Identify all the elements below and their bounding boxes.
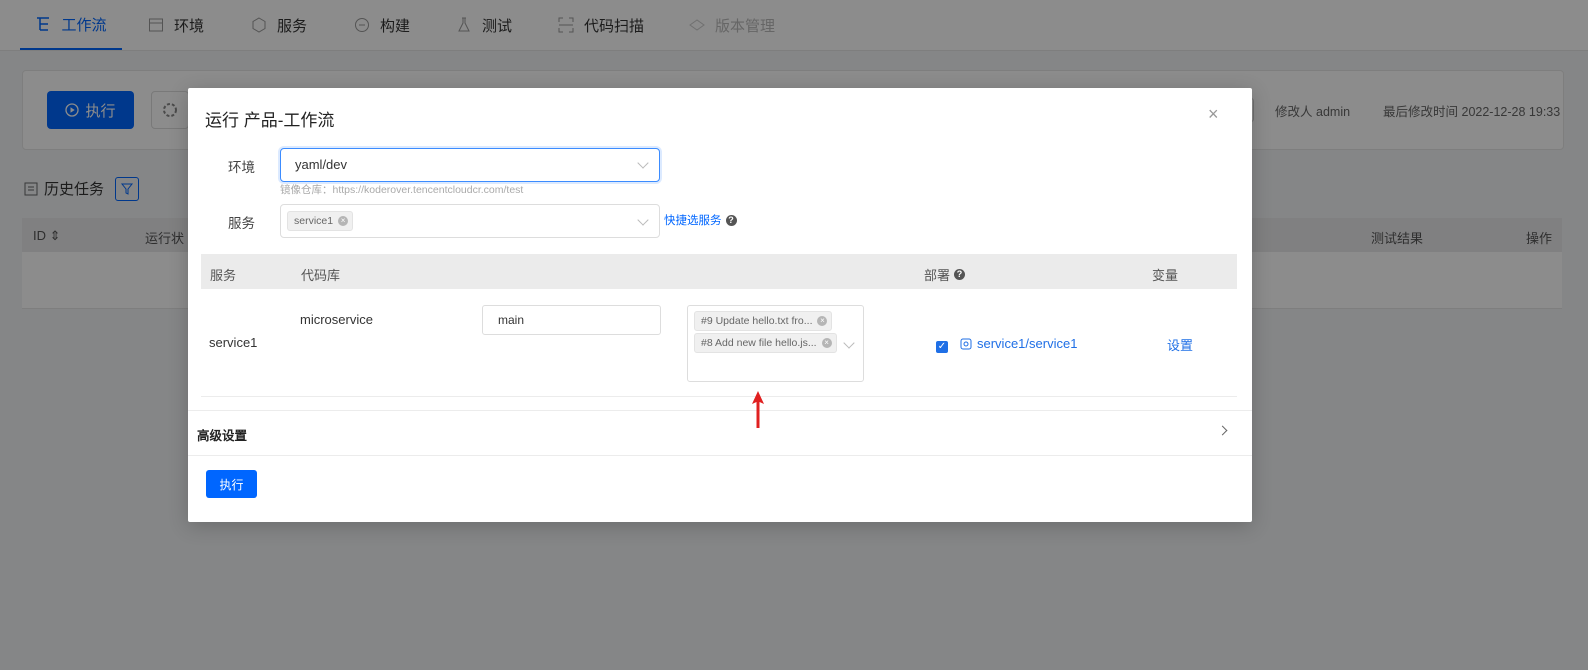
close-icon[interactable]: × bbox=[1208, 104, 1219, 125]
tag-remove-icon[interactable]: × bbox=[817, 316, 828, 326]
service-select[interactable]: service1 × bbox=[280, 204, 660, 238]
deploy-target-link[interactable]: service1/service1 bbox=[960, 336, 1077, 351]
annotation-arrow-icon bbox=[752, 391, 764, 428]
tag-remove-icon[interactable]: × bbox=[338, 216, 349, 226]
pr-tag: #9 Update hello.txt fro... × bbox=[694, 311, 833, 331]
tag-remove-icon[interactable]: × bbox=[821, 338, 832, 348]
pr-tag-label: #9 Update hello.txt fro... bbox=[701, 315, 813, 327]
col-deploy: 部署 ? bbox=[924, 265, 966, 284]
deploy-checkbox[interactable]: ✓ bbox=[936, 341, 948, 353]
row-divider bbox=[201, 396, 1237, 397]
help-icon[interactable]: ? bbox=[725, 214, 737, 226]
col-service: 服务 bbox=[210, 268, 237, 283]
env-select[interactable]: yaml/dev bbox=[280, 148, 660, 182]
run-button[interactable]: 执行 bbox=[206, 470, 257, 498]
pr-multiselect[interactable]: #9 Update hello.txt fro... × #8 Add new … bbox=[687, 305, 864, 382]
branch-value: main bbox=[498, 313, 525, 327]
advanced-settings-toggle[interactable]: 高级设置 bbox=[197, 425, 247, 444]
deploy-target-label: service1/service1 bbox=[977, 336, 1078, 351]
quick-select-service-link[interactable]: 快捷选服务 ? bbox=[664, 212, 737, 228]
chevron-right-icon[interactable] bbox=[1217, 425, 1228, 436]
col-deploy-label: 部署 bbox=[924, 268, 951, 283]
env-label: 环境 bbox=[228, 160, 255, 175]
pr-tag-label: #8 Add new file hello.js... bbox=[701, 337, 817, 349]
chevron-down-icon bbox=[637, 214, 649, 226]
branch-select[interactable]: main bbox=[482, 305, 661, 335]
quick-select-label: 快捷选服务 bbox=[664, 215, 722, 227]
service-icon bbox=[960, 338, 972, 349]
section-divider bbox=[188, 410, 1252, 411]
pr-tag: #8 Add new file hello.js... × bbox=[694, 333, 837, 353]
dialog-title: 运行 产品-工作流 bbox=[205, 111, 335, 130]
help-icon[interactable]: ? bbox=[954, 269, 966, 280]
col-repo: 代码库 bbox=[301, 268, 341, 283]
registry-hint: 镜像仓库：https://koderover.tencentcloudcr.co… bbox=[280, 184, 524, 196]
vars-settings-link[interactable]: 设置 bbox=[1167, 335, 1193, 354]
service-table-header: 服务 代码库 部署 ? 变量 bbox=[201, 254, 1237, 289]
service-tag-label: service1 bbox=[294, 215, 334, 227]
row-service-name: service1 bbox=[209, 335, 258, 350]
chevron-down-icon bbox=[843, 337, 855, 349]
row-repo-name: microservice bbox=[300, 312, 373, 327]
section-divider bbox=[188, 455, 1252, 456]
env-value: yaml/dev bbox=[295, 157, 348, 172]
service-tag: service1 × bbox=[287, 211, 354, 231]
chevron-down-icon bbox=[637, 157, 649, 169]
col-vars: 变量 bbox=[1152, 268, 1179, 283]
run-workflow-dialog: 运行 产品-工作流 × 环境 yaml/dev 镜像仓库：https://kod… bbox=[188, 88, 1252, 522]
service-label: 服务 bbox=[228, 216, 255, 231]
